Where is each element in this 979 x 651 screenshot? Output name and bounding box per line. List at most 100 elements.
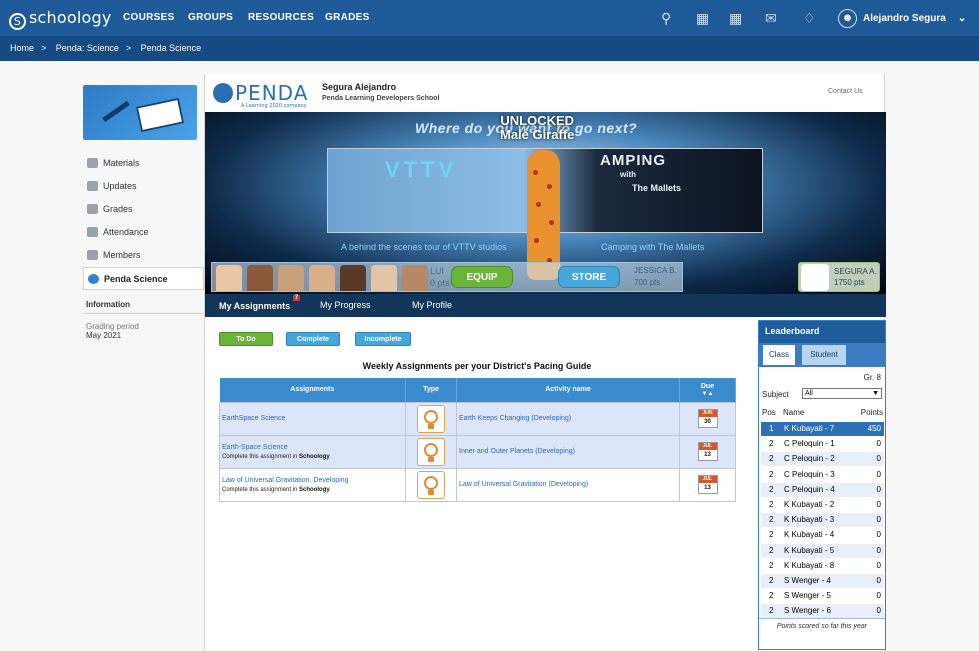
leaderboard-row: 2 C Peloquin - 3 0 [761, 468, 884, 482]
breadcrumb-home[interactable]: Home [10, 43, 34, 53]
player-points: 0 [876, 591, 881, 601]
activity-link[interactable]: Law of Universal Gravitation (Developing… [459, 481, 588, 488]
assignment-link[interactable]: Law of Universal Gravitation. Developing [222, 477, 405, 484]
nav-grades[interactable]: GRADES [325, 12, 370, 23]
player-name: K Kubayati - 7 [784, 424, 835, 433]
bell-icon[interactable]: ♢ [803, 10, 816, 27]
breadcrumb-current: Penda Science [140, 43, 202, 53]
sidebar-item-materials[interactable]: Materials [83, 152, 204, 175]
chevron-down-icon: ⌄ [957, 13, 967, 25]
rank: 2 [769, 484, 774, 494]
rank: 2 [769, 591, 774, 601]
sidebar-item-attendance[interactable]: Attendance [83, 221, 204, 244]
camping-destination[interactable]: AMPING [600, 152, 666, 169]
schoology-s-icon: S [9, 13, 26, 30]
apps-icon[interactable]: ▦ [696, 10, 709, 27]
rank: 2 [769, 576, 774, 585]
leaderboard-row: 2 S Wenger - 6 0 [761, 604, 884, 619]
nav-courses[interactable]: COURSES [123, 12, 175, 23]
rank: 2 [769, 500, 774, 509]
filter-to-do-button[interactable]: To Do [219, 332, 273, 346]
player-name: C Peloquin - 3 [784, 469, 835, 479]
classmate-name: LUI [430, 266, 445, 276]
classmate-avatar[interactable] [371, 265, 397, 291]
player-name: K Kubayati - 3 [784, 515, 835, 525]
contact-us-link[interactable]: Contact Us [828, 88, 863, 95]
player-name: C Peloquin - 1 [784, 439, 835, 449]
breadcrumb-course[interactable]: Penda: Science [56, 43, 119, 53]
tab-my-progress[interactable]: My Progress [320, 300, 371, 310]
giraffe-avatar [527, 150, 560, 280]
tab-student[interactable]: Student [802, 345, 846, 365]
penda-tabs: My Assignments 7 My Progress My Profile [205, 294, 886, 317]
rank: 2 [769, 439, 774, 449]
player-name: K Kubayati - 8 [784, 560, 835, 570]
leaderboard-row: 2 K Kubayati - 4 0 [761, 528, 884, 542]
table-row: EarthSpace Science Earth Keeps Changing … [219, 401, 736, 436]
nav-groups[interactable]: GROUPS [188, 12, 233, 23]
player-points: 0 [876, 530, 881, 540]
information-heading: Information [83, 300, 204, 314]
grading-period-label: Grading period [86, 322, 139, 331]
sidebar-item-updates[interactable]: Updates [83, 175, 204, 198]
classmate-avatar[interactable] [402, 265, 428, 291]
leaderboard-row: 2 C Peloquin - 2 0 [761, 452, 884, 467]
penda-logo: PENDA A Learning 2020 company [213, 81, 308, 109]
course-banner-image [83, 85, 197, 140]
player-points: 0 [876, 484, 881, 494]
user-menu[interactable]: ☻ Alejandro Segura ⌄ [838, 9, 966, 28]
grades-icon [87, 204, 98, 214]
player-name: S Wenger - 4 [784, 576, 831, 585]
subject-select[interactable]: All ▼ [802, 388, 882, 399]
rank: 2 [769, 454, 774, 464]
activity-link[interactable]: Inner and Outer Planets (Developing) [459, 448, 575, 455]
player-name: K Kubayati - 4 [784, 530, 835, 540]
player-points: 0 [876, 545, 881, 555]
nav-resources[interactable]: RESOURCES [248, 12, 314, 23]
classmate-avatar[interactable] [247, 265, 273, 291]
player-points: 0 [876, 500, 881, 509]
sidebar-item-members[interactable]: Members [83, 244, 204, 267]
equip-button[interactable]: EQUIP [451, 266, 513, 288]
assignments-count-badge: 7 [292, 295, 301, 301]
sidebar-item-grades[interactable]: Grades [83, 198, 204, 221]
player-points: 0 [876, 439, 881, 449]
lightbulb-icon [417, 404, 445, 433]
updates-icon [87, 181, 98, 191]
classmate-points: 700 pts [634, 278, 661, 287]
materials-icon [87, 158, 98, 168]
tab-my-profile[interactable]: My Profile [412, 300, 452, 310]
leaderboard-row: 2 K Kubayati - 8 0 [761, 559, 884, 573]
search-icon[interactable]: ⚲ [661, 10, 671, 27]
schoology-logo[interactable]: Sschoology [9, 8, 112, 30]
player-points: 0 [876, 469, 881, 479]
classmate-points: 0 pts [430, 278, 450, 288]
due-date-calendar-icon: JUL 13 [697, 442, 718, 461]
mail-icon[interactable]: ✉ [765, 10, 777, 27]
player-points: 0 [876, 454, 881, 464]
store-button[interactable]: STORE [558, 266, 620, 288]
col-due[interactable]: Due ▼▲ [679, 378, 736, 402]
my-score-card[interactable]: SEGURA A. 1750 pts [798, 262, 880, 292]
leaderboard-note: Points scored so far this year [759, 618, 885, 630]
classmate-avatar[interactable] [340, 265, 366, 291]
filter-incomplete-button[interactable]: Incomplete [355, 332, 411, 346]
calendar-icon[interactable]: ▦ [729, 10, 742, 27]
classmate-avatar[interactable] [309, 265, 335, 291]
rank: 2 [769, 545, 774, 555]
assignment-link[interactable]: Earth-Space Science [222, 444, 405, 451]
leaderboard-header: Pos Name Points [762, 408, 883, 417]
sidebar-item-penda-science[interactable]: Penda Science [83, 267, 204, 290]
zebra-avatar-icon [801, 264, 829, 291]
assignment-link[interactable]: EarthSpace Science [222, 415, 405, 422]
tab-class[interactable]: Class [763, 345, 795, 365]
player-points: 450 [867, 424, 881, 433]
player-name: C Peloquin - 4 [784, 484, 835, 494]
classmate-avatar[interactable] [278, 265, 304, 291]
classmate-avatar[interactable] [216, 265, 242, 291]
tab-my-assignments[interactable]: My Assignments 7 [219, 295, 301, 311]
vttv-destination[interactable]: VTTV [385, 157, 457, 183]
camping-with-label: with [620, 170, 636, 179]
filter-complete-button[interactable]: Complete [286, 332, 340, 346]
activity-link[interactable]: Earth Keeps Changing (Developing) [459, 415, 571, 422]
